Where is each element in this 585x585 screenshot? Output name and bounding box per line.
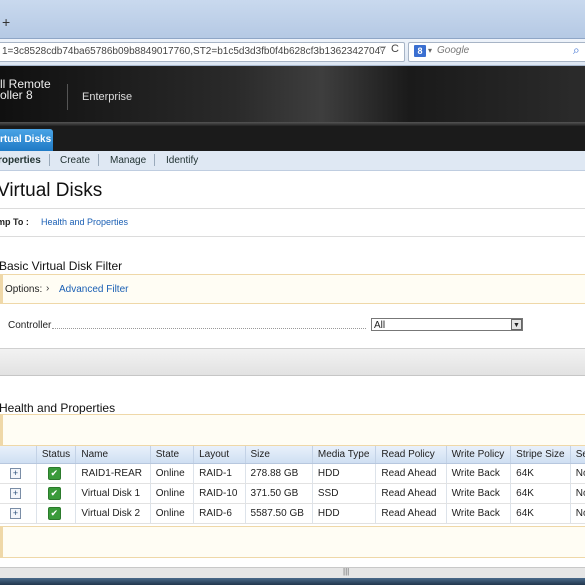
expand-icon[interactable]: + [10,488,21,499]
search-icon[interactable]: ⌕ [573,43,580,58]
title-divider [0,208,585,209]
status-ok-icon: ✔ [47,507,61,520]
subnav-separator [154,154,155,166]
subnav-properties[interactable]: roperties [0,155,41,166]
cell-write-policy: Write Back [446,463,512,484]
health-footer-box [0,526,585,558]
status-ok-icon: ✔ [47,467,61,480]
app-edition: Enterprise [82,91,133,103]
chevron-down-icon[interactable]: ▼ [511,319,522,330]
address-bar-url[interactable]: 1=3c8528cdb74ba65786b09b8849017760,ST2=b… [2,46,386,57]
search-bar[interactable] [408,42,585,62]
subnav-identify[interactable]: Identify [166,155,198,166]
cell-expand[interactable]: + [0,463,37,484]
status-ok-icon: ✔ [47,487,61,500]
cell-se: No [570,503,585,524]
filter-action-bar [0,348,585,376]
cell-stripe-size: 64K [510,483,571,504]
expand-icon[interactable]: + [10,468,21,479]
jump-divider [0,236,585,237]
health-section-title: Health and Properties [0,401,116,415]
cell-read-policy: Read Ahead [375,483,447,504]
cell-name: RAID1-REAR [75,463,151,484]
cell-write-policy: Write Back [446,503,512,524]
health-toolbar-box [0,414,585,446]
controller-select[interactable]: All [371,318,523,331]
cell-size: 278.88 GB [245,463,313,484]
filter-section-title: Basic Virtual Disk Filter [0,259,123,273]
column-header-state[interactable]: State [150,446,195,464]
cell-state: Online [150,483,195,504]
cell-se: No [570,483,585,504]
header-divider [67,84,68,110]
cell-size: 371.50 GB [245,483,313,504]
expand-icon[interactable]: + [10,508,21,519]
search-engine-dropdown-icon[interactable]: ▾ [428,46,432,55]
app-title: ll Remote oller 8 [0,78,51,102]
subnav-manage[interactable]: Manage [110,155,146,166]
browser-tab-bar [0,0,585,39]
table-header-row: Status Name State Layout Size Media Type… [0,446,585,464]
column-header-status[interactable]: Status [36,446,77,464]
controller-label: Controller [8,320,52,331]
column-header-stripe-size[interactable]: Stripe Size [510,446,571,464]
cell-name: Virtual Disk 1 [75,483,151,504]
cell-size: 5587.50 GB [245,503,313,524]
history-dropdown-icon[interactable]: ▽ [379,44,386,55]
cell-status: ✔ [36,483,77,504]
table-row[interactable]: + ✔ Virtual Disk 1 Online RAID-10 371.50 GB SS… [0,483,585,504]
subnav-separator [98,154,99,166]
cell-stripe-size: 64K [510,503,571,524]
cell-expand[interactable]: + [0,483,37,504]
virtual-disks-table: Status Name State Layout Size Media Type… [0,446,585,524]
column-header-layout[interactable]: Layout [193,446,246,464]
advanced-filter-link[interactable]: Advanced Filter [59,284,128,295]
column-header-se[interactable]: Se [570,446,585,464]
scrollbar-grip-icon[interactable]: ||| [343,567,349,576]
column-header-size[interactable]: Size [245,446,313,464]
column-header-write-policy[interactable]: Write Policy [446,446,512,464]
table-row[interactable]: + ✔ RAID1-REAR Online RAID-1 278.88 GB HDD Read… [0,463,585,484]
cell-status: ✔ [36,503,77,524]
cell-layout: RAID-6 [193,503,246,524]
horizontal-scrollbar[interactable] [0,567,585,578]
tab-strip [0,126,585,151]
os-taskbar [0,578,585,585]
jump-to-label: mp To : [0,217,29,227]
column-header-expand [0,446,37,464]
cell-state: Online [150,503,195,524]
cell-read-policy: Read Ahead [375,463,447,484]
cell-se: No [570,463,585,484]
cell-layout: RAID-1 [193,463,246,484]
search-engine-icon[interactable]: 8 [414,45,426,57]
cell-stripe-size: 64K [510,463,571,484]
cell-state: Online [150,463,195,484]
controller-leader-dots [52,328,366,329]
tab-virtual-disks[interactable]: rtual Disks [0,129,53,151]
column-header-read-policy[interactable]: Read Policy [375,446,447,464]
reload-icon[interactable]: C [391,43,399,55]
search-input[interactable]: Google [437,45,469,56]
options-label: Options: [5,284,43,295]
cell-status: ✔ [36,463,77,484]
jump-to-health-link[interactable]: Health and Properties [41,217,128,227]
chevron-right-icon: › [46,283,50,294]
subnav-create[interactable]: Create [60,155,90,166]
app-title-line2: oller 8 [0,88,33,102]
cell-read-policy: Read Ahead [375,503,447,524]
cell-name: Virtual Disk 2 [75,503,151,524]
table-row[interactable]: + ✔ Virtual Disk 2 Online RAID-6 5587.50 GB HD… [0,503,585,524]
cell-media-type: HDD [312,503,377,524]
column-header-name[interactable]: Name [75,446,151,464]
new-tab-button[interactable]: + [2,14,10,30]
cell-media-type: SSD [312,483,377,504]
cell-layout: RAID-10 [193,483,246,504]
cell-expand[interactable]: + [0,503,37,524]
column-header-media-type[interactable]: Media Type [312,446,377,464]
cell-media-type: HDD [312,463,377,484]
cell-write-policy: Write Back [446,483,512,504]
page-title: Virtual Disks [0,180,103,201]
subnav-separator [49,154,50,166]
